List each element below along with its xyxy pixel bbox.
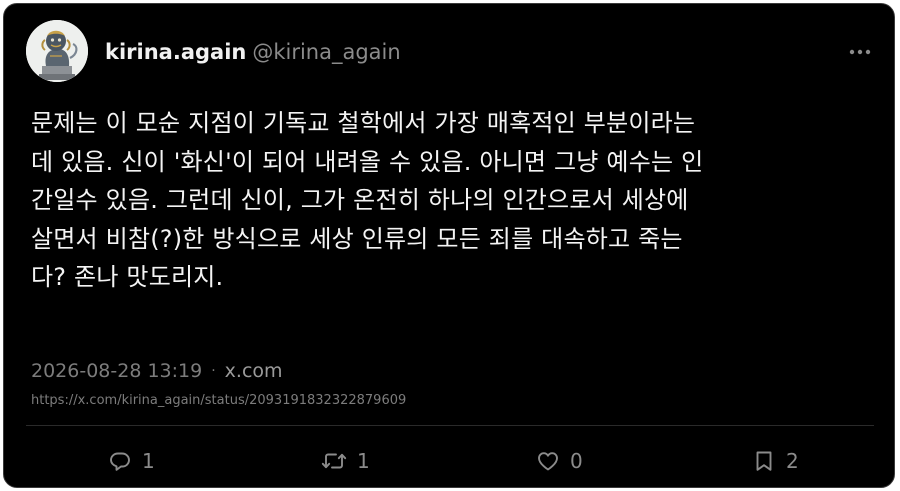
avatar[interactable]	[26, 20, 88, 82]
divider	[26, 425, 874, 426]
reply-count: 1	[142, 449, 155, 473]
action-bar: 1 1 0 2	[108, 444, 808, 478]
repost-button[interactable]: 1	[321, 444, 370, 478]
post-text: 문제는 이 모순 지점이 기독교 철학에서 가장 매혹적인 부분이라는 데 있음…	[31, 109, 704, 291]
more-horizontal-icon	[849, 49, 871, 55]
post-header: kirina.again @kirina_again	[26, 19, 874, 85]
author-display-name[interactable]: kirina.again	[105, 40, 246, 64]
more-options-button[interactable]	[846, 41, 874, 63]
post-meta: 2026-08-28 13:19 · x.com	[31, 359, 283, 385]
author-handle[interactable]: @kirina_again	[252, 40, 400, 64]
meta-separator: ·	[211, 363, 216, 379]
bookmark-button[interactable]: 2	[752, 444, 799, 478]
guardian-lion-statue-avatar-icon	[26, 20, 88, 82]
post-timestamp[interactable]: 2026-08-28 13:19	[31, 360, 202, 382]
like-button[interactable]: 0	[536, 444, 583, 478]
repost-icon	[321, 453, 347, 469]
post-card: kirina.again @kirina_again 문제는 이 모순 지점이 기…	[3, 3, 895, 488]
like-count: 0	[570, 449, 583, 473]
bookmark-icon	[756, 451, 772, 471]
reply-icon	[110, 452, 130, 471]
reply-button[interactable]: 1	[108, 444, 155, 478]
post-source[interactable]: x.com	[225, 360, 283, 382]
post-url[interactable]: https://x.com/kirina_again/status/209319…	[31, 393, 406, 409]
bookmark-count: 2	[786, 449, 799, 473]
repost-count: 1	[357, 449, 370, 473]
heart-icon	[538, 452, 558, 471]
author-name-row: kirina.again @kirina_again	[105, 39, 401, 65]
